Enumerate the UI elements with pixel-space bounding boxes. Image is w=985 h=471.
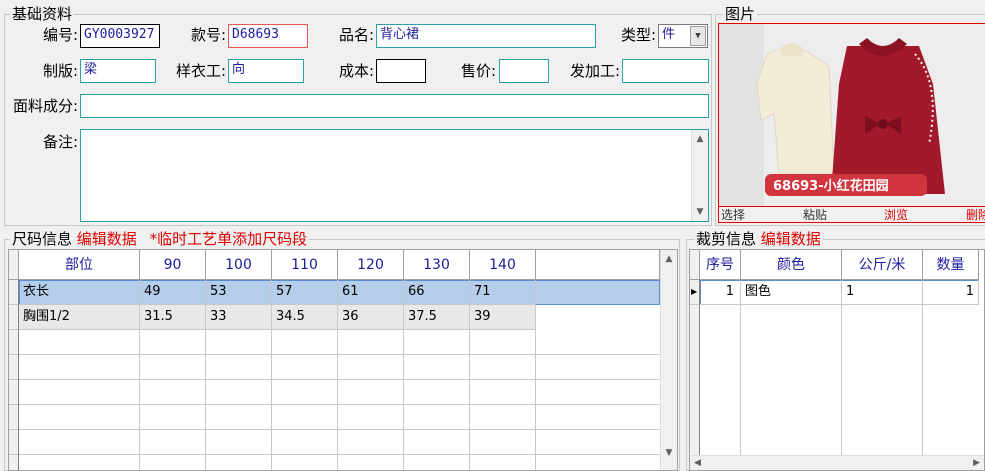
product-photo: 68693-小红花田园 bbox=[719, 24, 985, 206]
photo-legend: 图片 bbox=[723, 5, 758, 23]
cut-cell-qty[interactable]: 1 bbox=[923, 280, 979, 305]
type-label: 类型: bbox=[620, 26, 656, 44]
size-col-130[interactable]: 130 bbox=[404, 250, 470, 280]
style-label: 款号: bbox=[190, 26, 226, 44]
scroll-down-icon[interactable]: ▼ bbox=[661, 446, 677, 460]
size-col-120[interactable]: 120 bbox=[338, 250, 404, 280]
size-row-indicator[interactable] bbox=[9, 280, 19, 305]
price-label: 售价: bbox=[460, 62, 496, 80]
fabric-label: 面料成分: bbox=[12, 97, 78, 115]
size-cell[interactable]: 53 bbox=[206, 280, 272, 305]
scroll-up-icon[interactable]: ▲ bbox=[661, 252, 677, 266]
name-label: 品名: bbox=[338, 26, 374, 44]
note-label: 备注: bbox=[42, 133, 78, 151]
cut-cell-weight[interactable]: 1 bbox=[842, 280, 923, 305]
processor-label: 发加工: bbox=[569, 62, 620, 80]
size-cell[interactable]: 49 bbox=[140, 280, 206, 305]
cut-edit-link[interactable]: 编辑数据 bbox=[761, 230, 821, 248]
product-photo-frame[interactable]: 68693-小红花田园 选择 粘贴 浏览 删除 bbox=[718, 23, 985, 223]
photo-paste-button[interactable]: 粘贴 bbox=[803, 208, 827, 222]
cost-field[interactable] bbox=[376, 59, 426, 83]
size-col-filler bbox=[536, 250, 660, 280]
size-grid[interactable]: 部位 90 100 110 120 130 140 衣长 49 53 57 61… bbox=[8, 249, 678, 471]
size-cell[interactable]: 71 bbox=[470, 280, 536, 305]
photo-delete-button[interactable]: 删除 bbox=[966, 208, 985, 222]
cut-empty-rows bbox=[690, 305, 979, 470]
scroll-down-icon[interactable]: ▼ bbox=[692, 205, 708, 219]
cut-grid[interactable]: 序号 颜色 公斤/米 数量 ▶ 1 图色 1 1 ◀ ▶ bbox=[689, 249, 985, 471]
processor-field[interactable] bbox=[622, 59, 709, 83]
photo-backdrop-shadow bbox=[719, 24, 764, 206]
size-grid-corner bbox=[9, 250, 19, 280]
photo-browse-button[interactable]: 浏览 bbox=[884, 208, 908, 222]
size-col-110[interactable]: 110 bbox=[272, 250, 338, 280]
dress-bow-knot bbox=[878, 119, 888, 129]
chevron-down-icon[interactable]: ▼ bbox=[690, 26, 706, 46]
fabric-field[interactable] bbox=[80, 94, 709, 118]
size-grid-scrollbar[interactable]: ▲ ▼ bbox=[660, 250, 677, 470]
size-cell[interactable]: 34.5 bbox=[272, 305, 338, 330]
size-info-legend: 尺码信息 bbox=[12, 230, 73, 248]
size-cell[interactable]: 36 bbox=[338, 305, 404, 330]
type-select-value: 件 bbox=[662, 27, 676, 42]
size-cell[interactable]: 31.5 bbox=[140, 305, 206, 330]
current-row-arrow-icon: ▶ bbox=[691, 287, 698, 296]
size-cell[interactable]: 33 bbox=[206, 305, 272, 330]
size-cell[interactable]: 61 bbox=[338, 280, 404, 305]
maker-field[interactable]: 梁 bbox=[80, 59, 156, 83]
size-tip: *临时工艺单添加尺码段 bbox=[149, 230, 308, 248]
size-row-indicator[interactable] bbox=[9, 305, 19, 330]
size-info-legend-wrap: 尺码信息 编辑数据 *临时工艺单添加尺码段 bbox=[10, 230, 310, 248]
name-field[interactable]: 背心裙 bbox=[376, 24, 596, 48]
sampler-label: 样衣工: bbox=[175, 62, 226, 80]
cut-info-legend-wrap: 裁剪信息 编辑数据 bbox=[694, 231, 823, 247]
photo-caption-text: 68693-小红花田园 bbox=[773, 178, 889, 194]
size-cell[interactable]: 57 bbox=[272, 280, 338, 305]
cut-row-indicator[interactable]: ▶ bbox=[690, 280, 700, 305]
size-col-90[interactable]: 90 bbox=[140, 250, 206, 280]
photo-toolbar: 选择 粘贴 浏览 删除 bbox=[719, 206, 985, 222]
cut-col-qty[interactable]: 数量 bbox=[923, 250, 979, 280]
size-cell[interactable]: 衣长 bbox=[19, 280, 140, 305]
photo-select-button[interactable]: 选择 bbox=[721, 208, 745, 222]
size-cell[interactable]: 胸围1/2 bbox=[19, 305, 140, 330]
size-cell[interactable]: 66 bbox=[404, 280, 470, 305]
size-edit-link[interactable]: 编辑数据 bbox=[77, 230, 137, 248]
note-textarea[interactable] bbox=[80, 129, 709, 222]
cut-info-legend: 裁剪信息 bbox=[696, 230, 757, 248]
note-scrollbar[interactable]: ▲ ▼ bbox=[691, 130, 708, 221]
price-field[interactable] bbox=[499, 59, 549, 83]
cut-col-index[interactable]: 序号 bbox=[700, 250, 741, 280]
maker-label: 制版: bbox=[42, 62, 78, 80]
code-label: 编号: bbox=[42, 26, 78, 44]
sampler-field[interactable]: 向 bbox=[228, 59, 304, 83]
type-select[interactable]: 件 ▼ bbox=[658, 24, 708, 48]
code-field[interactable]: GY0003927 bbox=[80, 24, 160, 48]
size-col-140[interactable]: 140 bbox=[470, 250, 536, 280]
size-cell[interactable]: 37.5 bbox=[404, 305, 470, 330]
cut-cell-index[interactable]: 1 bbox=[700, 280, 741, 305]
size-col-part[interactable]: 部位 bbox=[19, 250, 140, 280]
cut-col-color[interactable]: 颜色 bbox=[741, 250, 842, 280]
style-field[interactable]: D68693 bbox=[228, 24, 308, 48]
size-empty-cols bbox=[9, 330, 536, 470]
cut-grid-corner bbox=[690, 250, 700, 280]
cut-cell-color[interactable]: 图色 bbox=[741, 280, 842, 305]
scroll-up-icon[interactable]: ▲ bbox=[692, 132, 708, 146]
size-cell[interactable]: 39 bbox=[470, 305, 536, 330]
cost-label: 成本: bbox=[338, 62, 374, 80]
basic-info-legend: 基础资料 bbox=[10, 5, 75, 23]
size-col-100[interactable]: 100 bbox=[206, 250, 272, 280]
cut-col-weight[interactable]: 公斤/米 bbox=[842, 250, 923, 280]
